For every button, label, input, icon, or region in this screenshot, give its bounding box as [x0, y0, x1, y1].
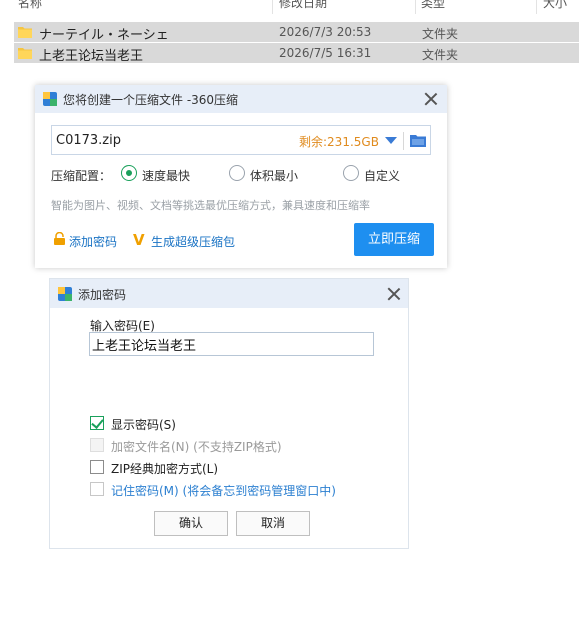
add-password-link[interactable]: 添加密码	[69, 233, 117, 250]
radio-fastest[interactable]	[121, 165, 137, 181]
column-divider[interactable]	[536, 0, 537, 14]
column-divider[interactable]	[415, 0, 416, 14]
radio-fastest-label[interactable]: 速度最快	[142, 167, 190, 184]
column-date[interactable]: 修改日期	[279, 0, 327, 11]
super-package-link[interactable]: 生成超级压缩包	[151, 233, 235, 250]
file-row[interactable]: 上老王论坛当老王 2026/7/5 16:31 文件夹	[14, 43, 579, 64]
column-divider[interactable]	[272, 0, 273, 14]
show-password-checkbox[interactable]	[90, 416, 104, 430]
column-name[interactable]: 名称	[18, 0, 42, 11]
file-name: ナーテイル・ネーシェ	[39, 28, 169, 43]
file-date: 2026/7/3 20:53	[279, 25, 372, 39]
360-zip-logo-icon	[58, 287, 72, 301]
archive-path-field[interactable]: C0173.zip 剩余:231.5GB	[51, 125, 431, 155]
file-date: 2026/7/5 16:31	[279, 46, 372, 60]
chevron-down-icon[interactable]	[385, 137, 397, 144]
lock-icon	[54, 232, 65, 245]
cancel-button[interactable]: 取消	[236, 511, 310, 536]
dialog-title: 您将创建一个压缩文件 -360压缩	[63, 93, 239, 107]
encrypt-filename-checkbox	[90, 438, 104, 452]
360-zip-logo-icon	[43, 92, 57, 106]
free-space-label: 剩余:231.5GB	[299, 135, 379, 149]
column-size[interactable]: 大小	[543, 0, 567, 11]
compress-config-label: 压缩配置：	[51, 169, 112, 183]
folder-icon	[18, 27, 32, 38]
remember-password-checkbox[interactable]	[90, 482, 104, 496]
zip-classic-encryption-checkbox[interactable]	[90, 460, 104, 474]
password-input[interactable]	[89, 332, 374, 356]
compress-now-button[interactable]: 立即压缩	[354, 223, 434, 256]
compress-hint-text: 智能为图片、视频、文档等挑选最优压缩方式，兼具速度和压缩率	[51, 199, 370, 212]
archive-filename[interactable]: C0173.zip	[56, 133, 121, 148]
compress-dialog: 您将创建一个压缩文件 -360压缩 C0173.zip 剩余:231.5GB 压…	[35, 85, 447, 268]
show-password-label[interactable]: 显示密码(S)	[111, 416, 176, 433]
column-header: 名称 修改日期 类型 大小	[0, 0, 587, 14]
browse-folder-icon[interactable]	[410, 134, 426, 147]
remember-password-label[interactable]: 记住密码(M) (将会备忘到密码管理窗口中)	[111, 482, 336, 499]
divider	[403, 132, 404, 150]
close-icon[interactable]	[424, 92, 438, 106]
folder-icon	[18, 48, 32, 59]
vip-icon: V	[133, 231, 145, 249]
radio-custom[interactable]	[343, 165, 359, 181]
dialog-title: 添加密码	[78, 288, 127, 302]
confirm-button[interactable]: 确认	[154, 511, 228, 536]
add-password-dialog: 添加密码 输入密码(E) 显示密码(S) 加密文件名(N) (不支持ZIP格式)…	[49, 278, 409, 549]
zip-classic-encryption-label[interactable]: ZIP经典加密方式(L)	[111, 460, 218, 477]
dialog-title-bar[interactable]: 您将创建一个压缩文件 -360压缩	[35, 85, 447, 113]
close-icon[interactable]	[387, 287, 401, 301]
radio-smallest[interactable]	[229, 165, 245, 181]
encrypt-filename-label: 加密文件名(N) (不支持ZIP格式)	[111, 440, 282, 454]
radio-custom-label[interactable]: 自定义	[364, 167, 400, 184]
file-type: 文件夹	[422, 27, 459, 41]
file-row[interactable]: ナーテイル・ネーシェ 2026/7/3 20:53 文件夹	[14, 22, 579, 43]
file-type: 文件夹	[422, 48, 459, 62]
dialog-title-bar[interactable]: 添加密码	[50, 279, 408, 308]
file-name: 上老王论坛当老王	[39, 49, 144, 64]
column-type[interactable]: 类型	[421, 0, 445, 11]
radio-smallest-label[interactable]: 体积最小	[250, 167, 298, 184]
file-explorer: 名称 修改日期 类型 大小 ナーテイル・ネーシェ 2026/7/3 20:53 …	[0, 0, 587, 70]
